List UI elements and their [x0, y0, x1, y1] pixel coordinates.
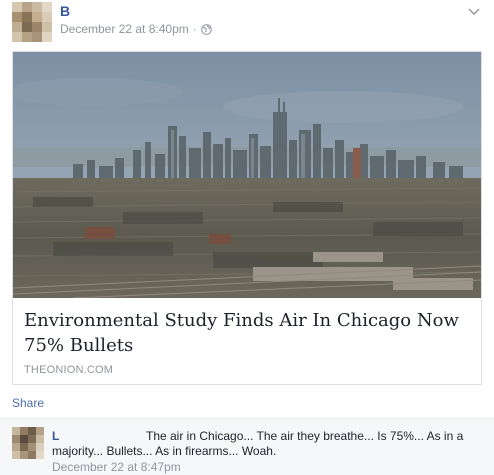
facebook-post: B December 22 at 8:40pm · Environmental …	[0, 0, 494, 475]
chevron-down-icon[interactable]	[468, 4, 480, 16]
link-title[interactable]: Environmental Study Finds Air In Chicago…	[24, 308, 464, 358]
comment-timestamp[interactable]: December 22 at 8:47pm	[52, 460, 181, 474]
comment-text: The air in Chicago... The air they breat…	[52, 429, 464, 458]
post-timestamp[interactable]: December 22 at 8:40pm	[60, 22, 189, 36]
globe-icon[interactable]	[200, 23, 212, 35]
link-preview-card[interactable]: Environmental Study Finds Air In Chicago…	[12, 51, 482, 385]
chicago-skyline-photo[interactable]	[13, 52, 481, 298]
author-name[interactable]: B	[60, 3, 70, 19]
post-meta: December 22 at 8:40pm ·	[60, 22, 212, 36]
meta-separator: ·	[192, 22, 197, 36]
link-domain: THEONION.COM	[24, 364, 114, 376]
comments-section: L The air in Chicago... The air they bre…	[0, 418, 494, 475]
author-avatar[interactable]	[12, 2, 52, 42]
share-link[interactable]: Share	[12, 396, 44, 410]
commenter-avatar[interactable]	[12, 427, 44, 459]
